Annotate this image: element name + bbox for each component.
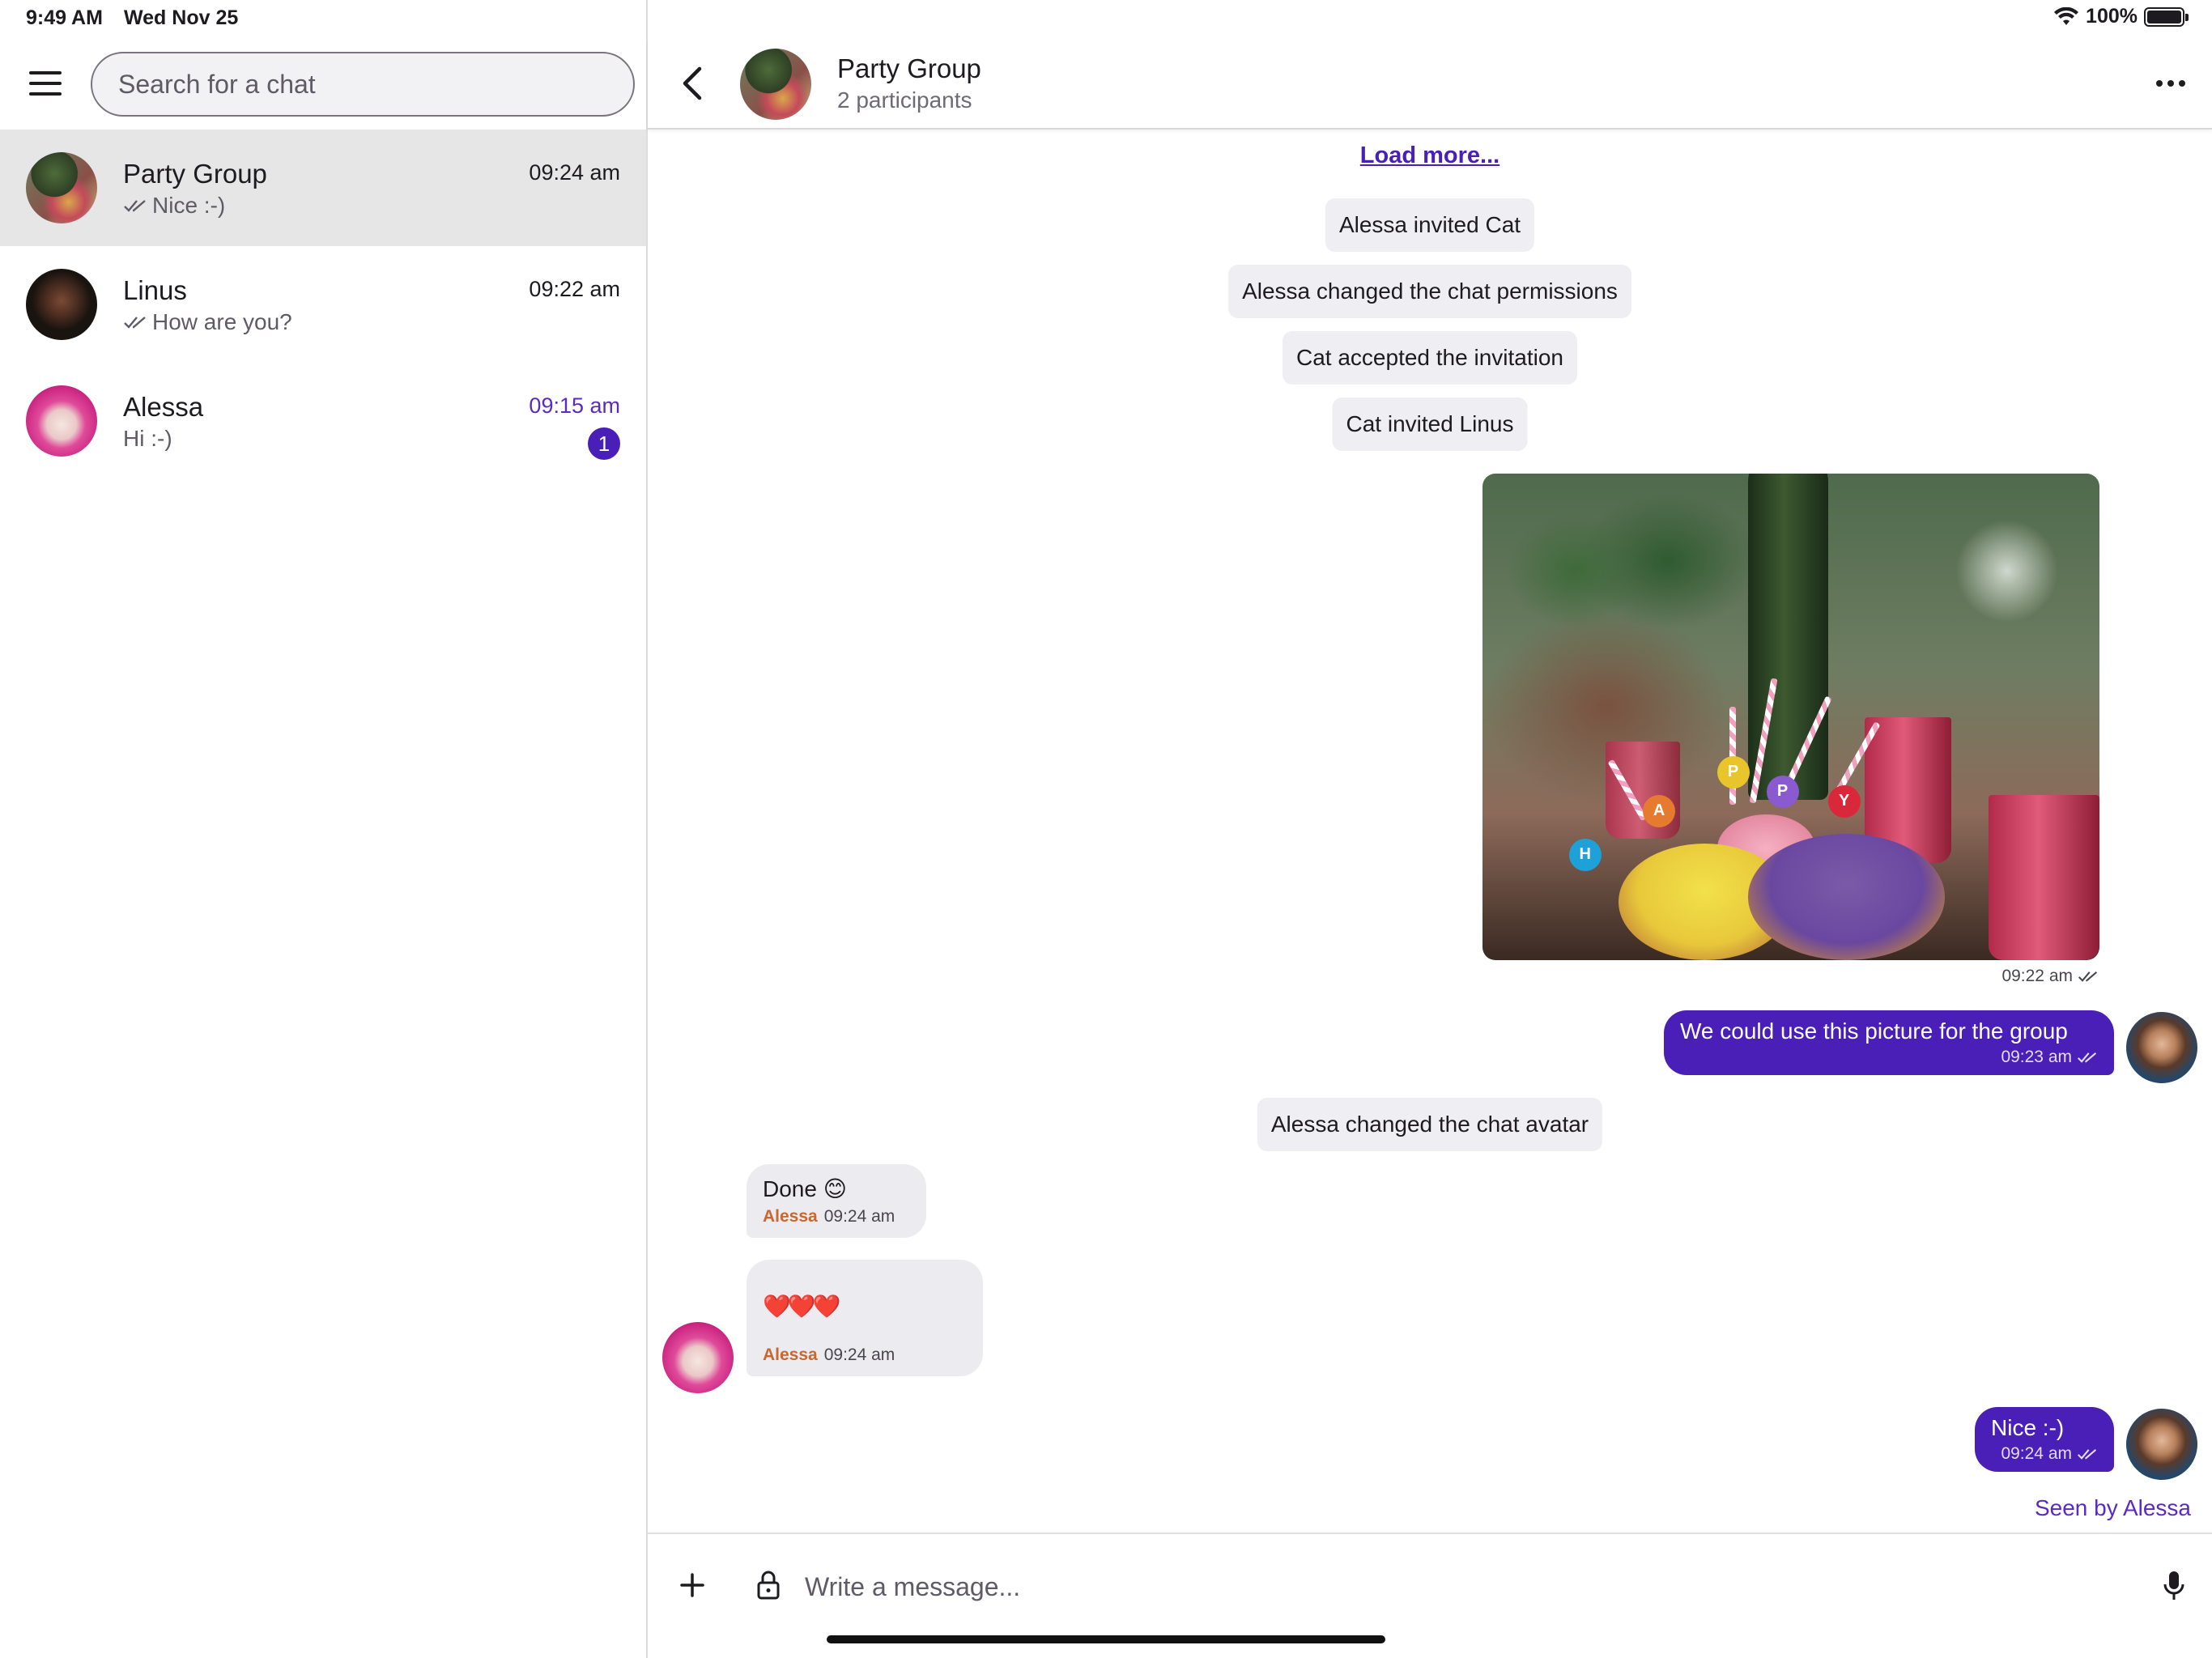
letter-ball: P — [1766, 775, 1799, 808]
outgoing-message[interactable]: We could use this picture for the group … — [1664, 1010, 2114, 1075]
more-horizontal-icon — [2156, 80, 2163, 87]
chat-title[interactable]: Party Group — [837, 53, 981, 84]
chat-name: Linus — [123, 275, 187, 305]
letter-ball: Y — [1827, 784, 1861, 818]
system-event: Alessa changed the chat permissions — [1228, 265, 1631, 318]
message-time: 09:24 am — [823, 1346, 895, 1364]
message-meta: 09:24 am — [1991, 1444, 2098, 1464]
incoming-message[interactable]: ❤️❤️❤️ Alessa 09:24 am — [747, 1260, 983, 1376]
double-check-icon — [2078, 971, 2098, 982]
chat-time: 09:22 am — [529, 277, 620, 301]
system-event: Cat invited Linus — [1332, 397, 1528, 451]
more-options-button[interactable] — [2150, 63, 2191, 104]
attach-button[interactable] — [672, 1565, 713, 1605]
message-meta: Alessa 09:24 am — [763, 1207, 910, 1226]
image-message-meta: 09:22 am — [2001, 967, 2099, 986]
chat-preview-text: How are you? — [152, 309, 292, 334]
chat-time: 09:15 am — [529, 393, 620, 418]
back-button[interactable] — [672, 63, 713, 104]
system-event: Alessa invited Cat — [1325, 198, 1535, 252]
letter-ball: P — [1716, 755, 1750, 789]
message-text: Nice :-) — [1991, 1415, 2065, 1440]
plus-icon — [680, 1573, 704, 1597]
double-check-icon — [2077, 1449, 2097, 1460]
letter-ball: A — [1643, 794, 1676, 827]
message-time: 09:23 am — [2001, 1048, 2072, 1066]
chat-list-pane: Party Group Nice :-) 09:24 am Linus How … — [0, 0, 648, 1658]
letter-ball: H — [1568, 838, 1602, 871]
avatar — [26, 269, 97, 340]
chat-name: Party Group — [123, 159, 267, 189]
my-avatar[interactable] — [2126, 1409, 2197, 1480]
voice-record-button[interactable] — [2154, 1563, 2194, 1609]
group-avatar[interactable] — [740, 49, 811, 120]
outgoing-message[interactable]: Nice :-) 09:24 am — [1975, 1407, 2114, 1472]
system-event: Cat accepted the invitation — [1283, 331, 1577, 385]
chat-list: Party Group Nice :-) 09:24 am Linus How … — [0, 130, 646, 479]
message-text: ❤️❤️❤️ — [763, 1294, 841, 1319]
double-check-icon — [124, 200, 146, 212]
home-indicator[interactable] — [827, 1635, 1385, 1643]
chat-preview-text: Nice :-) — [152, 193, 226, 218]
message-text: Done 😊 — [763, 1176, 847, 1201]
seen-by-status: Seen by Alessa — [2034, 1495, 2191, 1520]
message-input[interactable] — [805, 1567, 2052, 1607]
unread-badge: 1 — [588, 427, 620, 460]
chat-preview: Nice :-) — [123, 193, 225, 219]
lock-icon — [757, 1571, 780, 1600]
load-more-link[interactable]: Load more... — [648, 142, 2212, 169]
microphone-icon — [2163, 1571, 2184, 1600]
double-check-icon — [124, 317, 146, 329]
chat-time: 09:24 am — [529, 160, 620, 185]
avatar — [26, 152, 97, 223]
chat-item-linus[interactable]: Linus How are you? 09:22 am — [0, 246, 646, 363]
chat-preview: Hi :-) — [123, 426, 172, 452]
avatar — [26, 385, 97, 457]
back-chevron-icon — [683, 66, 702, 100]
sender-name: Alessa — [763, 1207, 818, 1226]
encryption-button[interactable] — [748, 1565, 789, 1605]
hamburger-menu-icon[interactable] — [29, 71, 62, 96]
message-text: We could use this picture for the group — [1680, 1018, 2068, 1044]
message-time: 09:22 am — [2001, 967, 2073, 985]
chat-header: Party Group 2 participants — [648, 39, 2212, 130]
search-input[interactable] — [118, 69, 607, 100]
chat-item-alessa[interactable]: Alessa Hi :-) 09:15 am 1 — [0, 363, 646, 479]
chat-name: Alessa — [123, 392, 204, 422]
chat-item-party-group[interactable]: Party Group Nice :-) 09:24 am — [0, 130, 646, 246]
sender-name: Alessa — [763, 1346, 818, 1364]
message-time: 09:24 am — [2001, 1444, 2072, 1463]
participants-count[interactable]: 2 participants — [837, 87, 972, 113]
image-message[interactable]: H A P P Y — [1482, 474, 2099, 960]
sender-avatar[interactable] — [662, 1322, 734, 1393]
chat-preview: How are you? — [123, 309, 292, 335]
conversation-pane: Party Group 2 participants Load more... … — [648, 0, 2212, 1658]
incoming-message[interactable]: Done 😊 Alessa 09:24 am — [747, 1164, 926, 1238]
my-avatar[interactable] — [2126, 1012, 2197, 1083]
double-check-icon — [2077, 1052, 2097, 1063]
system-event: Alessa changed the chat avatar — [1257, 1098, 1603, 1151]
message-meta: 09:23 am — [1680, 1048, 2098, 1067]
message-time: 09:24 am — [823, 1207, 895, 1226]
search-box[interactable] — [91, 52, 635, 117]
message-meta: Alessa 09:24 am — [763, 1346, 967, 1365]
chat-preview-text: Hi :-) — [123, 426, 172, 451]
